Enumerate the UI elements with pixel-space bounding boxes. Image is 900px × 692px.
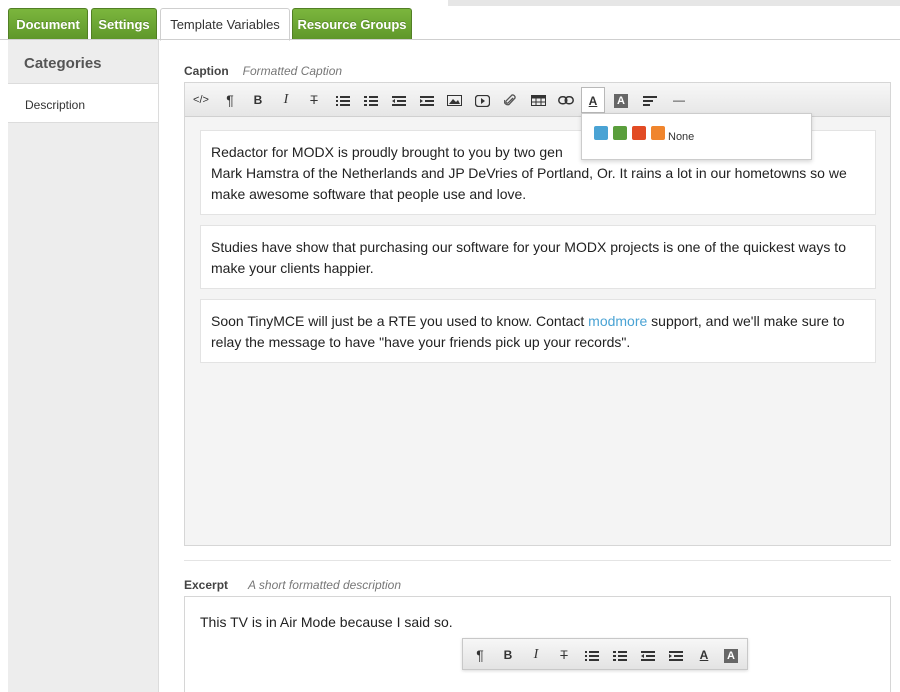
- unordered-list-icon[interactable]: [331, 89, 355, 111]
- color-swatch-green[interactable]: [613, 126, 627, 140]
- align-icon[interactable]: [638, 89, 662, 111]
- caption-label: Caption: [184, 64, 229, 78]
- ordered-list-icon[interactable]: [608, 644, 632, 666]
- link-icon[interactable]: [554, 89, 578, 111]
- background-color-glyph: A: [614, 94, 628, 108]
- tab-resource-groups[interactable]: Resource Groups: [292, 8, 412, 40]
- color-swatch-red[interactable]: [632, 126, 646, 140]
- modmore-link[interactable]: modmore: [588, 313, 647, 329]
- outdent-icon[interactable]: [636, 644, 660, 666]
- color-swatch-orange[interactable]: [651, 126, 665, 140]
- sidebar-item-description[interactable]: Description: [8, 84, 158, 123]
- caption-paragraph-3[interactable]: Soon TinyMCE will just be a RTE you used…: [200, 299, 876, 363]
- unordered-list-icon[interactable]: [580, 644, 604, 666]
- indent-icon[interactable]: [664, 644, 688, 666]
- air-toolbar: ¶ B I T A A: [462, 638, 748, 670]
- strikethrough-icon[interactable]: T: [552, 644, 576, 666]
- font-color-icon[interactable]: A: [581, 87, 605, 113]
- table-icon[interactable]: [526, 89, 550, 111]
- paragraph-icon[interactable]: ¶: [468, 644, 492, 666]
- outdent-icon[interactable]: [387, 89, 411, 111]
- horizontal-rule-icon[interactable]: —: [667, 89, 691, 111]
- color-swatch-blue[interactable]: [594, 126, 608, 140]
- tab-bar: Document Settings Template Variables Res…: [0, 0, 900, 41]
- indent-icon[interactable]: [415, 89, 439, 111]
- caption-paragraph-2[interactable]: Studies have show that purchasing our so…: [200, 225, 876, 289]
- top-bar-strip: [448, 0, 900, 6]
- paragraph-3-text-before: Soon TinyMCE will just be a RTE you used…: [211, 313, 589, 329]
- bold-icon[interactable]: B: [496, 644, 520, 666]
- tab-settings[interactable]: Settings: [91, 8, 157, 40]
- color-none-option[interactable]: None: [668, 131, 694, 143]
- ordered-list-icon[interactable]: [359, 89, 383, 111]
- excerpt-text: This TV is in Air Mode because I said so…: [200, 614, 453, 630]
- video-icon[interactable]: [470, 89, 494, 111]
- caption-description: Formatted Caption: [242, 64, 343, 78]
- background-color-icon[interactable]: A: [609, 89, 633, 111]
- excerpt-description: A short formatted description: [248, 578, 401, 592]
- editor-toolbar: </> ¶ B I T A A —: [185, 83, 890, 117]
- font-color-icon[interactable]: A: [692, 644, 716, 666]
- background-color-icon[interactable]: A: [719, 644, 743, 666]
- bold-icon[interactable]: B: [246, 89, 270, 111]
- paragraph-icon[interactable]: ¶: [218, 89, 242, 111]
- attachment-icon[interactable]: [498, 89, 522, 111]
- font-color-dropdown: None: [581, 113, 812, 160]
- categories-heading: Categories: [8, 40, 158, 84]
- background-color-glyph: A: [724, 649, 738, 663]
- field-separator: [184, 560, 891, 561]
- excerpt-label: Excerpt: [184, 578, 229, 592]
- italic-icon[interactable]: I: [274, 89, 298, 111]
- paragraph-1-line-2: Mark Hamstra of the Netherlands and JP D…: [211, 165, 847, 202]
- excerpt-field-label: Excerpt A short formatted description: [184, 578, 401, 592]
- italic-icon[interactable]: I: [524, 644, 548, 666]
- image-icon[interactable]: [442, 89, 466, 111]
- tab-document[interactable]: Document: [8, 8, 88, 40]
- categories-sidebar: Categories Description: [8, 40, 159, 692]
- strikethrough-icon[interactable]: T: [302, 89, 326, 111]
- code-icon[interactable]: </>: [189, 89, 213, 111]
- caption-field-label: Caption Formatted Caption: [184, 64, 342, 78]
- tab-template-variables[interactable]: Template Variables: [160, 8, 290, 41]
